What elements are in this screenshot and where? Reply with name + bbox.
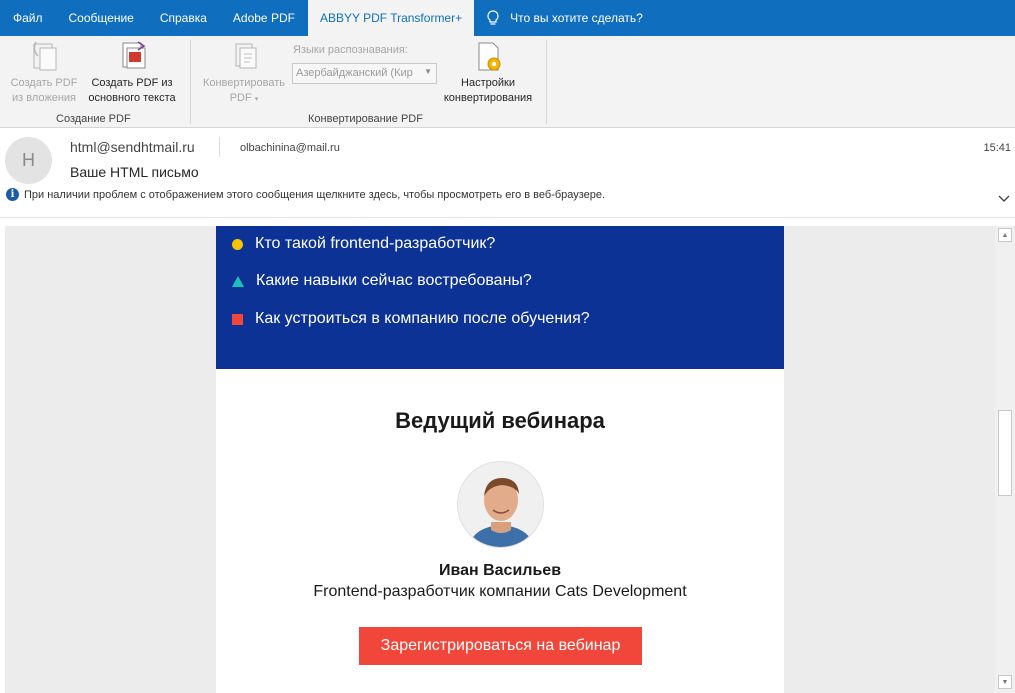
pdf-attachment-icon — [33, 41, 57, 71]
lightbulb-icon — [487, 10, 499, 25]
scroll-up-arrow-icon[interactable]: ▲ — [998, 228, 1012, 242]
languages-value: Азербайджанский (Кир — [296, 67, 413, 79]
create-pdf-from-attachment-button[interactable]: Создать PDF из вложения — [6, 40, 82, 106]
topic-text: Кто такой frontend-разработчик? — [255, 235, 496, 252]
settings-line2: конвертирования — [443, 92, 533, 104]
settings-gear-icon — [478, 42, 501, 71]
convert-icon — [235, 43, 257, 69]
convert-line2: PDF ▾ — [229, 92, 259, 104]
conversion-settings-button[interactable]: Настройки конвертирования — [436, 40, 540, 106]
languages-label: Языки распознавания: — [293, 44, 408, 56]
tab-adobe-pdf[interactable]: Adobe PDF — [220, 0, 308, 36]
subject: Ваше HTML письмо — [70, 164, 199, 180]
host-photo — [457, 461, 544, 548]
languages-dropdown[interactable]: Азербайджанский (Кир ▼ — [292, 63, 437, 84]
vertical-scrollbar[interactable]: ▲ ▼ — [995, 226, 1015, 693]
register-webinar-button[interactable]: Зарегистрироваться на вебинар — [359, 627, 642, 665]
create-pdf-attach-line1: Создать PDF — [10, 77, 78, 89]
settings-line1: Настройки — [461, 77, 515, 89]
ribbon-separator — [546, 40, 547, 124]
convert-pdf-button[interactable]: Конвертировать PDF ▾ — [196, 40, 292, 107]
create-pdf-text-line1: Создать PDF из — [91, 77, 173, 89]
divider — [219, 137, 220, 157]
create-pdf-text-line2: основного текста — [88, 92, 176, 104]
host-role: Frontend-разработчик компании Cats Devel… — [313, 583, 687, 600]
tell-me-text: Что вы хотите сделать? — [510, 11, 643, 25]
email-content: Кто такой frontend-разработчик? Какие на… — [216, 226, 784, 693]
create-pdf-from-text-button[interactable]: Создать PDF из основного текста — [82, 40, 182, 106]
ribbon-separator — [190, 40, 191, 124]
topic-item: Как устроиться в компанию после обучения… — [232, 310, 590, 328]
topic-text: Какие навыки сейчас востребованы? — [256, 272, 532, 289]
timestamp: 15:41 — [983, 142, 1011, 154]
teal-triangle-icon — [232, 275, 244, 287]
avatar: H — [5, 137, 52, 184]
message-body: Кто такой frontend-разработчик? Какие на… — [5, 226, 995, 693]
info-icon: i — [6, 188, 19, 201]
topic-text: Как устроиться в компанию после обучения… — [255, 310, 590, 327]
host-name: Иван Васильев — [438, 562, 562, 579]
scroll-thumb[interactable] — [998, 410, 1012, 496]
red-square-icon — [232, 313, 243, 325]
group-create-pdf-label: Создание PDF — [56, 113, 131, 125]
info-bar-text: При наличии проблем с отображением этого… — [24, 188, 606, 201]
topic-item: Кто такой frontend-разработчик? — [232, 235, 495, 253]
tab-message[interactable]: Сообщение — [56, 0, 147, 36]
ribbon: Создать PDF из вложения Создать PDF из о… — [0, 36, 1015, 128]
sender[interactable]: html@sendhtmail.ru — [70, 139, 195, 155]
tell-me-box[interactable]: Что вы хотите сделать? — [486, 10, 643, 26]
group-convert-pdf-label: Конвертирование PDF — [308, 113, 423, 125]
tab-file[interactable]: Файл — [0, 0, 56, 36]
topics-block: Кто такой frontend-разработчик? Какие на… — [216, 226, 784, 369]
yellow-circle-icon — [232, 238, 243, 250]
ribbon-tabs: Файл Сообщение Справка Adobe PDF ABBYY P… — [0, 0, 1015, 36]
convert-line1: Конвертировать — [202, 77, 286, 89]
message-header: H html@sendhtmail.ru olbachinina@mail.ru… — [0, 129, 1015, 218]
scroll-down-arrow-icon[interactable]: ▼ — [998, 675, 1012, 689]
tab-help[interactable]: Справка — [147, 0, 220, 36]
chevron-down-icon[interactable] — [997, 191, 1011, 205]
tab-abbyy[interactable]: ABBYY PDF Transformer+ — [307, 0, 475, 36]
recipient[interactable]: olbachinina@mail.ru — [240, 142, 340, 154]
pdf-document-icon — [122, 41, 146, 69]
info-bar[interactable]: i При наличии проблем с отображением это… — [6, 188, 605, 201]
create-pdf-attach-line2: из вложения — [11, 92, 77, 104]
chevron-down-icon: ▼ — [424, 67, 432, 76]
topic-item: Какие навыки сейчас востребованы? — [232, 272, 532, 290]
person-photo-icon — [458, 462, 543, 547]
host-section-title: Ведущий вебинара — [395, 408, 605, 433]
